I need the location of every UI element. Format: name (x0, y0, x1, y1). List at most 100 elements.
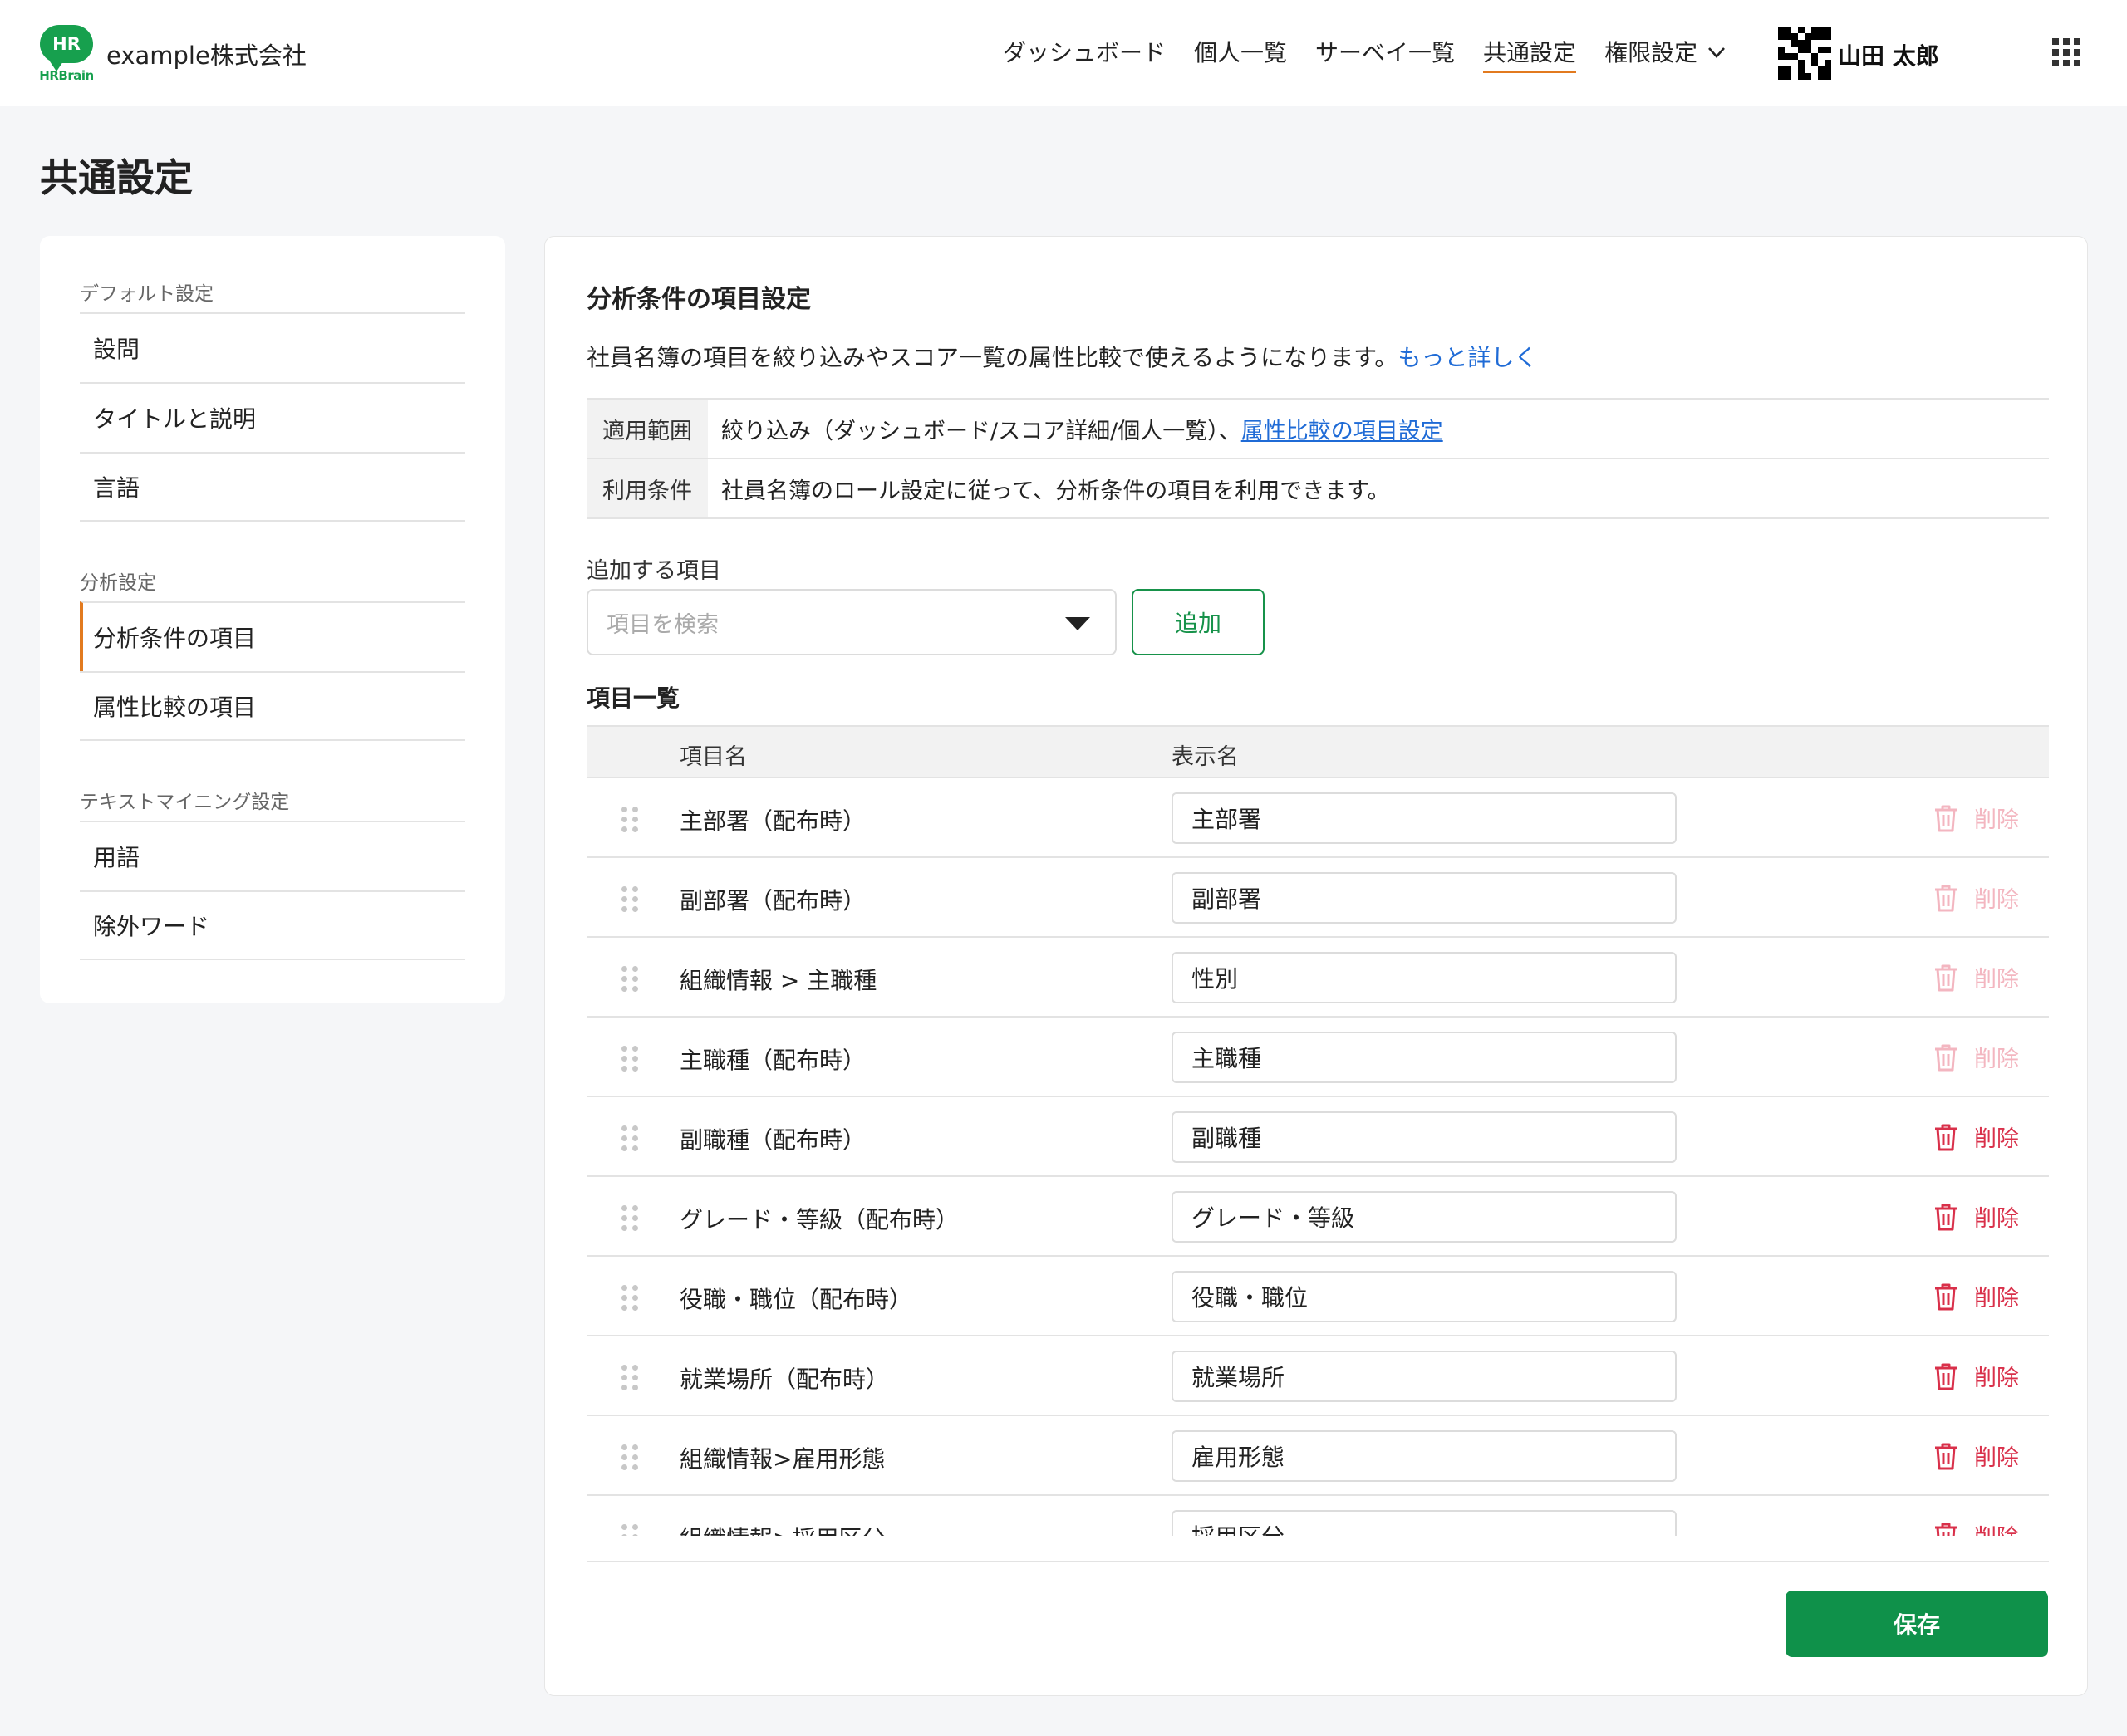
sidebar-item-excluded-words[interactable]: 除外ワード (80, 890, 465, 960)
nav-individual-list[interactable]: 個人一覧 (1194, 35, 1287, 73)
table-body: 主部署（配布時）削除副部署（配布時）削除組織情報 > 主職種削除主職種（配布時）… (587, 777, 2049, 1536)
table-header: 項目名 表示名 (587, 725, 2049, 777)
user-name[interactable]: 山田 太郎 (1838, 38, 1939, 71)
learn-more-link[interactable]: もっと詳しく (1398, 344, 1537, 371)
sidebar-item-title-description[interactable]: タイトルと説明 (80, 382, 465, 452)
delete-button[interactable]: 削除 (1933, 1200, 2019, 1233)
trash-icon (1935, 1523, 1957, 1536)
top-header: HR HRBrain example株式会社 ダッシュボード 個人一覧 サーベイ… (0, 0, 2127, 106)
display-name-input[interactable] (1172, 1111, 1677, 1163)
display-name-input[interactable] (1172, 872, 1677, 924)
delete-label: 削除 (1974, 1126, 2019, 1152)
delete-button[interactable]: 削除 (1933, 1360, 2019, 1392)
delete-label: 削除 (1974, 1047, 2019, 1072)
info-row-conditions: 利用条件 社員名簿のロール設定に従って、分析条件の項目を利用できます。 (587, 459, 2049, 519)
drag-handle-icon[interactable] (621, 886, 640, 912)
sidebar-item-questions[interactable]: 設問 (80, 312, 465, 382)
delete-button[interactable]: 削除 (1933, 1280, 2019, 1312)
nav-dashboard[interactable]: ダッシュボード (1003, 35, 1166, 73)
display-name-input[interactable] (1172, 1510, 1677, 1536)
table-row: 就業場所（配布時） 削除 (587, 1335, 2049, 1415)
drag-handle-icon[interactable] (621, 1125, 640, 1151)
sidebar-item-terms[interactable]: 用語 (80, 821, 465, 890)
section-description: 社員名簿の項目を絞り込みやスコア一覧の属性比較で使えるようになります。もっと詳し… (587, 340, 1537, 373)
table-row: 組織情報>採用区分 削除 (587, 1494, 2049, 1536)
sidebar-item-analysis-conditions[interactable]: 分析条件の項目 (80, 601, 465, 671)
add-button[interactable]: 追加 (1132, 589, 1265, 655)
delete-button[interactable]: 削除 (1933, 961, 2019, 993)
column-display-name: 表示名 (1172, 744, 1239, 770)
nav-permission-settings[interactable]: 権限設定 (1604, 35, 1697, 73)
table-row: 役職・職位（配布時） 削除 (587, 1255, 2049, 1335)
info-table: 適用範囲 絞り込み（ダッシュボード/スコア詳細/個人一覧）、 属性比較の項目設定 … (587, 398, 2049, 519)
settings-sidebar: デフォルト設定 設問 タイトルと説明 言語 分析設定 分析条件の項目 属性比較の… (40, 236, 505, 1003)
trash-icon (1935, 1363, 1957, 1390)
sidebar-item-language[interactable]: 言語 (80, 452, 465, 522)
display-name-input[interactable] (1172, 792, 1677, 844)
display-name-input[interactable] (1172, 1191, 1677, 1243)
search-placeholder: 項目を検索 (607, 611, 719, 638)
item-search-select[interactable]: 項目を検索 (587, 589, 1117, 655)
delete-button[interactable]: 削除 (1933, 1041, 2019, 1073)
section-title: 分析条件の項目設定 (587, 285, 811, 314)
drag-handle-icon[interactable] (621, 966, 640, 992)
avatar[interactable] (1778, 27, 1831, 80)
item-name: 主職種（配布時） (680, 1047, 867, 1074)
delete-label: 削除 (1974, 807, 2019, 833)
table-row: 主職種（配布時） 削除 (587, 1016, 2049, 1096)
description-text: 社員名簿の項目を絞り込みやスコア一覧の属性比較で使えるようになります。 (587, 344, 1398, 371)
display-name-input[interactable] (1172, 1032, 1677, 1083)
display-name-input[interactable] (1172, 1271, 1677, 1322)
info-row-scope: 適用範囲 絞り込み（ダッシュボード/スコア詳細/個人一覧）、 属性比較の項目設定 (587, 400, 2049, 459)
hrbrain-logo[interactable]: HR HRBrain (38, 25, 95, 83)
caret-down-icon[interactable] (1065, 617, 1090, 630)
drag-handle-icon[interactable] (621, 1046, 640, 1072)
delete-button[interactable]: 削除 (1933, 1439, 2019, 1472)
drag-handle-icon[interactable] (621, 1524, 640, 1536)
drag-handle-icon[interactable] (621, 1285, 640, 1311)
info-label-conditions: 利用条件 (587, 459, 708, 517)
save-button[interactable]: 保存 (1786, 1591, 2048, 1657)
trash-icon (1935, 1443, 1957, 1469)
trash-icon (1935, 1204, 1957, 1230)
delete-label: 削除 (1974, 967, 2019, 993)
display-name-input[interactable] (1172, 1430, 1677, 1482)
table-bottom-divider (587, 1561, 2049, 1562)
sidebar-item-attribute-comparison[interactable]: 属性比較の項目 (80, 671, 465, 741)
drag-handle-icon[interactable] (621, 1205, 640, 1231)
table-row: 副職種（配布時） 削除 (587, 1096, 2049, 1175)
table-row: 主部署（配布時） 削除 (587, 777, 2049, 856)
app-grid-icon[interactable] (2052, 38, 2080, 66)
item-name: 組織情報>雇用形態 (680, 1445, 886, 1473)
drag-handle-icon[interactable] (621, 1365, 640, 1390)
delete-button[interactable]: 削除 (1933, 1519, 2019, 1536)
table-row: 組織情報 > 主職種 削除 (587, 936, 2049, 1016)
delete-label: 削除 (1974, 1366, 2019, 1391)
page-title: 共通設定 (40, 155, 193, 200)
main-nav: ダッシュボード 個人一覧 サーベイ一覧 共通設定 権限設定 (1003, 35, 1726, 73)
delete-button[interactable]: 削除 (1933, 1121, 2019, 1153)
attribute-comparison-settings-link[interactable]: 属性比較の項目設定 (1241, 413, 1443, 445)
drag-handle-icon[interactable] (621, 1444, 640, 1470)
item-name: 組織情報>採用区分 (680, 1521, 885, 1536)
delete-button[interactable]: 削除 (1933, 802, 2019, 834)
nav-survey-list[interactable]: サーベイ一覧 (1315, 35, 1455, 73)
trash-icon (1935, 964, 1957, 991)
logo-bubble: HR (40, 25, 93, 71)
display-name-input[interactable] (1172, 1351, 1677, 1402)
column-item-name: 項目名 (680, 744, 747, 770)
nav-common-settings[interactable]: 共通設定 (1483, 35, 1577, 73)
drag-handle-icon[interactable] (621, 807, 640, 832)
trash-icon (1935, 805, 1957, 831)
table-row: 組織情報>雇用形態 削除 (587, 1415, 2049, 1494)
item-list-title: 項目一覧 (587, 684, 680, 712)
display-name-input[interactable] (1172, 952, 1677, 1003)
company-name: example株式会社 (106, 42, 307, 70)
delete-button[interactable]: 削除 (1933, 881, 2019, 914)
sidebar-section-default: デフォルト設定 (80, 283, 214, 305)
info-label-scope: 適用範囲 (587, 400, 708, 458)
info-value-conditions: 社員名簿のロール設定に従って、分析条件の項目を利用できます。 (721, 478, 1390, 504)
chevron-down-icon[interactable] (1707, 43, 1726, 61)
trash-icon (1935, 1124, 1957, 1150)
item-name: グレード・等級（配布時） (680, 1206, 960, 1233)
